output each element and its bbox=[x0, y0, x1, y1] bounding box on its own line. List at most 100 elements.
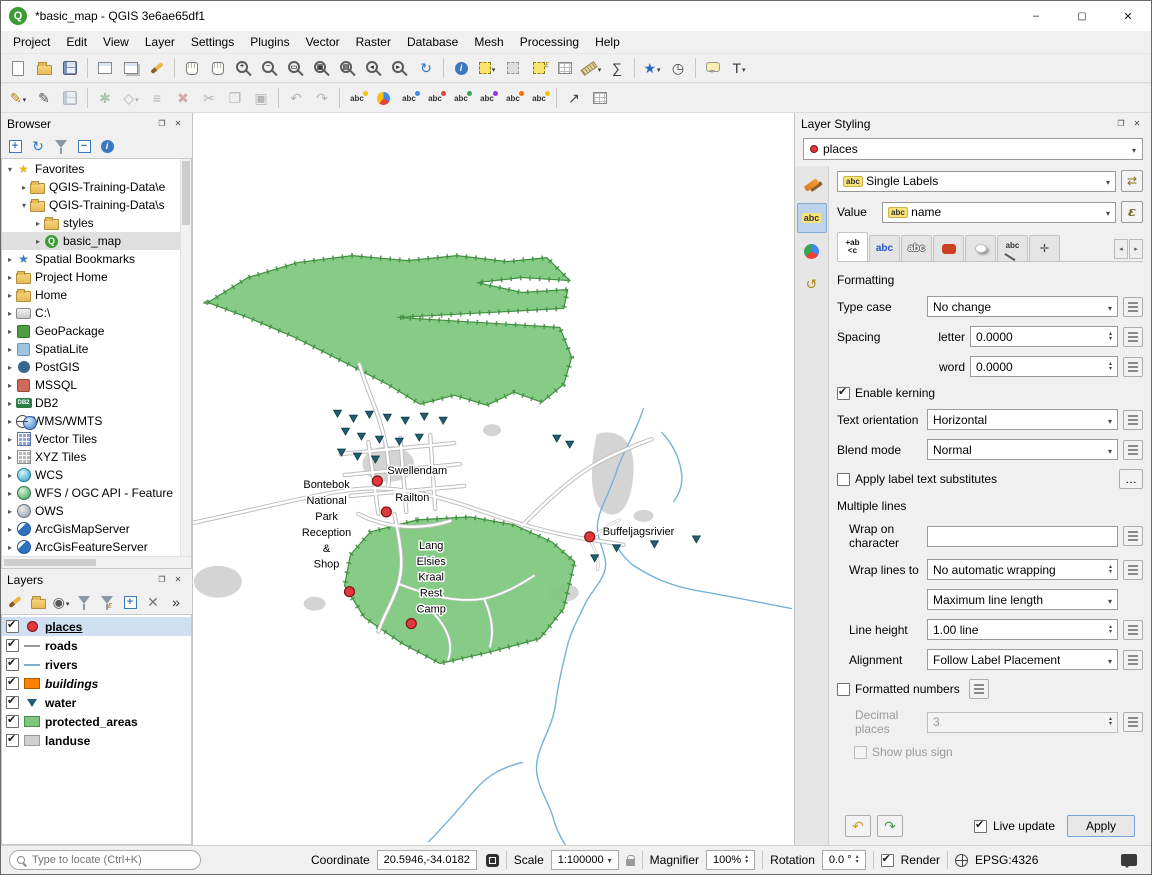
vertex-tool-icon[interactable]: ◇ bbox=[119, 86, 143, 110]
styling-float-icon[interactable] bbox=[1113, 116, 1129, 131]
spin-arrows[interactable] bbox=[1109, 362, 1112, 372]
tab-labels[interactable] bbox=[797, 203, 827, 233]
rotate-label-icon[interactable] bbox=[501, 86, 525, 110]
layer-visibility-checkbox[interactable] bbox=[6, 677, 19, 690]
dropdown-arrow-icon[interactable] bbox=[597, 61, 602, 75]
menu-layer[interactable]: Layer bbox=[137, 32, 183, 52]
expand-arrow-icon[interactable]: ▸ bbox=[4, 309, 16, 318]
toggle-editing-icon[interactable]: ✎ bbox=[32, 86, 56, 110]
expand-arrow-icon[interactable]: ▾ bbox=[4, 165, 16, 174]
cut-features-icon[interactable]: ✂ bbox=[197, 86, 221, 110]
expand-arrow-icon[interactable]: ▸ bbox=[4, 471, 16, 480]
deselect-features-icon[interactable] bbox=[501, 56, 525, 80]
browser-item-c[interactable]: ▸C:\ bbox=[2, 304, 180, 322]
dropdown-arrow-icon[interactable] bbox=[491, 61, 496, 75]
dropdown-arrow-icon[interactable] bbox=[741, 61, 746, 75]
render-checkbox[interactable] bbox=[881, 854, 894, 867]
layers-float-icon[interactable] bbox=[154, 572, 170, 587]
expand-arrow-icon[interactable]: ▸ bbox=[4, 273, 16, 282]
expand-arrow-icon[interactable]: ▸ bbox=[4, 327, 16, 336]
tabs-scroll-left[interactable] bbox=[1114, 239, 1128, 259]
menu-plugins[interactable]: Plugins bbox=[242, 32, 297, 52]
annotation-arrow-icon[interactable]: ↗ bbox=[562, 86, 586, 110]
tab-symbology[interactable] bbox=[797, 170, 827, 200]
panel-overflow-chevrons[interactable]: » bbox=[166, 592, 186, 612]
spin-arrows[interactable] bbox=[1109, 565, 1112, 575]
measure-icon[interactable] bbox=[579, 56, 603, 80]
dropdown-arrow-icon[interactable] bbox=[134, 91, 139, 105]
dropdown-arrow-icon[interactable] bbox=[22, 91, 27, 105]
messages-icon[interactable] bbox=[1121, 854, 1137, 866]
menu-mesh[interactable]: Mesh bbox=[466, 32, 511, 52]
crs-status[interactable]: EPSG:4326 bbox=[975, 853, 1038, 867]
browser-item-wms-wmts[interactable]: ▸WMS/WMTS bbox=[2, 412, 180, 430]
spin-arrows[interactable] bbox=[745, 855, 748, 865]
zoom-full-extent-icon[interactable]: ▭ bbox=[284, 56, 308, 80]
collapse-all-icon[interactable]: − bbox=[74, 136, 94, 156]
menu-help[interactable]: Help bbox=[587, 32, 628, 52]
new-print-layout-icon[interactable] bbox=[93, 56, 117, 80]
current-edits-icon[interactable]: ✎ bbox=[6, 86, 30, 110]
coordinate-box[interactable]: 20.5946,-34.0182 bbox=[377, 850, 477, 870]
extents-toggle-icon[interactable] bbox=[486, 854, 499, 867]
rotation-spin[interactable]: 0.0 ° bbox=[822, 850, 866, 870]
letter-spacing-spin[interactable]: 0.0000 bbox=[970, 326, 1118, 347]
override-letter-spacing-button[interactable] bbox=[1123, 327, 1143, 347]
pin-unpin-labels-icon[interactable] bbox=[423, 86, 447, 110]
select-features-icon[interactable] bbox=[475, 56, 499, 80]
new-project-icon[interactable] bbox=[6, 56, 30, 80]
expand-arrow-icon[interactable]: ▸ bbox=[4, 543, 16, 552]
browser-item-basic-map[interactable]: ▸basic_map bbox=[2, 232, 180, 250]
override-type-case-button[interactable] bbox=[1123, 297, 1143, 317]
add-group-icon[interactable] bbox=[28, 592, 48, 612]
override-alignment-button[interactable] bbox=[1123, 650, 1143, 670]
layer-item-roads[interactable]: roads bbox=[2, 636, 191, 655]
layer-item-protected_areas[interactable]: protected_areas bbox=[2, 712, 191, 731]
layers-close-icon[interactable] bbox=[170, 572, 186, 587]
blend-mode-combo[interactable]: Normal bbox=[927, 439, 1118, 460]
apply-button[interactable]: Apply bbox=[1067, 815, 1135, 837]
browser-item-spatial-bookmarks[interactable]: ▸Spatial Bookmarks bbox=[2, 250, 180, 268]
expand-arrow-icon[interactable]: ▸ bbox=[32, 219, 44, 228]
filter-by-expression-icon[interactable] bbox=[97, 592, 117, 612]
browser-float-icon[interactable] bbox=[154, 116, 170, 131]
zoom-next-icon[interactable]: ▸ bbox=[388, 56, 412, 80]
menu-project[interactable]: Project bbox=[5, 32, 58, 52]
browser-close-icon[interactable] bbox=[170, 116, 186, 131]
lock-scale-icon[interactable] bbox=[626, 859, 635, 866]
menu-view[interactable]: View bbox=[95, 32, 137, 52]
undo-icon[interactable]: ↶ bbox=[284, 86, 308, 110]
override-decimal-places-button[interactable] bbox=[1123, 712, 1143, 732]
menu-processing[interactable]: Processing bbox=[512, 32, 587, 52]
styling-close-icon[interactable] bbox=[1129, 116, 1145, 131]
substitutes-more-button[interactable]: … bbox=[1119, 469, 1143, 489]
layer-visibility-checkbox[interactable] bbox=[6, 734, 19, 747]
browser-item-wcs[interactable]: ▸WCS bbox=[2, 466, 180, 484]
tab-history[interactable] bbox=[797, 269, 827, 299]
expand-arrow-icon[interactable]: ▸ bbox=[4, 435, 16, 444]
expand-arrow-icon[interactable]: ▸ bbox=[18, 183, 30, 192]
spin-arrows[interactable] bbox=[1109, 332, 1112, 342]
value-field-combo[interactable]: name bbox=[882, 202, 1116, 223]
browser-item-vector-tiles[interactable]: ▸Vector Tiles bbox=[2, 430, 180, 448]
select-by-expression-icon[interactable] bbox=[527, 56, 551, 80]
delete-selected-icon[interactable]: ✖ bbox=[171, 86, 195, 110]
pan-to-selection-icon[interactable] bbox=[206, 56, 230, 80]
refresh-map-icon[interactable]: ↻ bbox=[414, 56, 438, 80]
layer-diagram-options-icon[interactable] bbox=[371, 86, 395, 110]
open-attribute-table-icon[interactable] bbox=[553, 56, 577, 80]
maximize-button[interactable] bbox=[1059, 1, 1105, 31]
layer-item-places[interactable]: places bbox=[2, 617, 191, 636]
zoom-in-icon[interactable]: + bbox=[232, 56, 256, 80]
layer-item-buildings[interactable]: buildings bbox=[2, 674, 191, 693]
identify-features-icon[interactable]: i bbox=[449, 56, 473, 80]
properties-widget-icon[interactable]: i bbox=[97, 136, 117, 156]
layer-item-water[interactable]: water bbox=[2, 693, 191, 712]
change-label-properties-icon[interactable] bbox=[527, 86, 551, 110]
formatted-numbers-checkbox[interactable] bbox=[837, 683, 850, 696]
browser-item-qgis-training-data-s[interactable]: ▾QGIS-Training-Data\s bbox=[2, 196, 180, 214]
expand-arrow-icon[interactable]: ▸ bbox=[4, 291, 16, 300]
styling-layer-selector[interactable]: places bbox=[803, 138, 1143, 160]
move-label-icon[interactable] bbox=[475, 86, 499, 110]
expand-arrow-icon[interactable]: ▸ bbox=[4, 453, 16, 462]
